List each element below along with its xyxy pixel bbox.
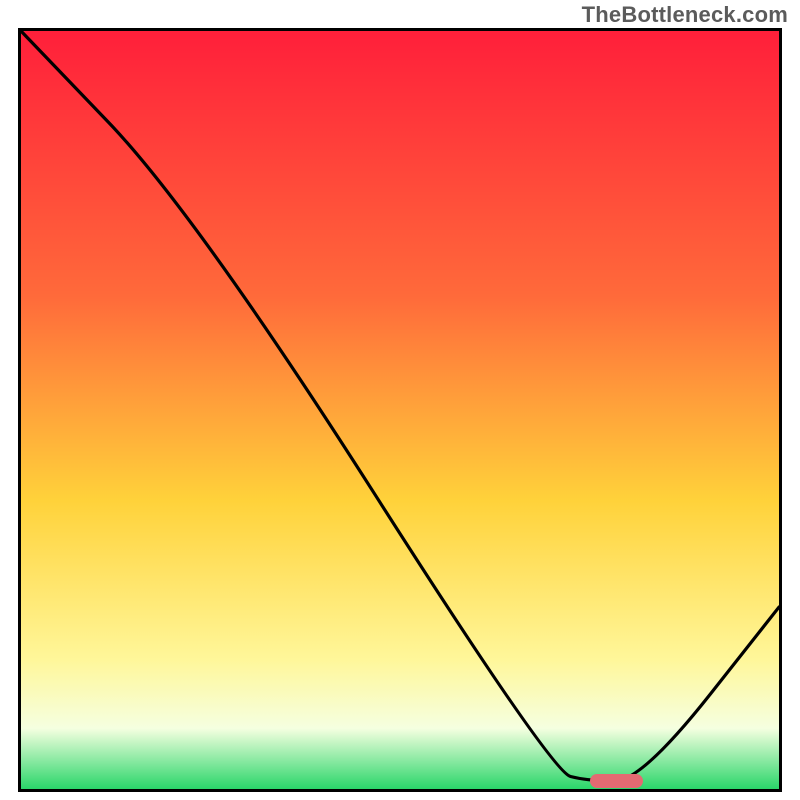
optimal-marker (590, 774, 643, 788)
watermark-text: TheBottleneck.com (582, 2, 788, 28)
chart-stage: TheBottleneck.com (0, 0, 800, 800)
bottleneck-curve (21, 31, 779, 789)
plot-frame (18, 28, 782, 792)
